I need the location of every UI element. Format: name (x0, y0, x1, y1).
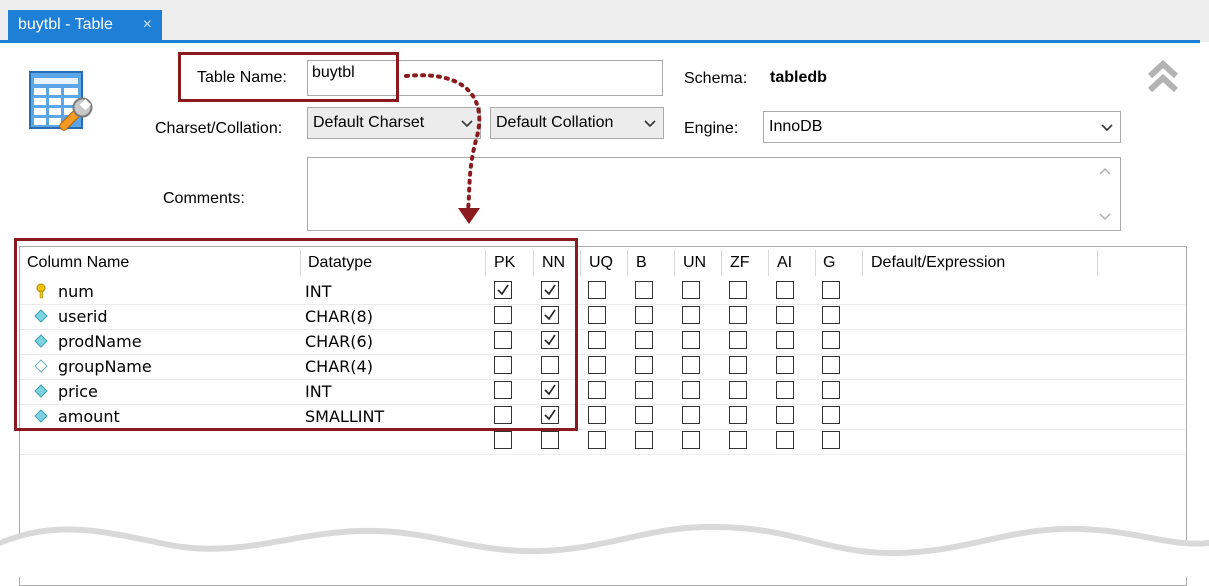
flag-checkbox[interactable] (635, 306, 653, 324)
chevron-down-icon (1101, 124, 1113, 132)
flag-checkbox[interactable] (822, 431, 840, 449)
column-separator[interactable] (721, 250, 722, 276)
column-separator[interactable] (1097, 250, 1098, 276)
column-header[interactable]: G (823, 254, 835, 272)
flag-checkbox[interactable] (776, 356, 794, 374)
tab-bar: buytbl - Table × (0, 0, 1209, 42)
flag-checkbox[interactable] (822, 356, 840, 374)
flag-checkbox[interactable] (635, 406, 653, 424)
flag-checkbox[interactable] (682, 306, 700, 324)
close-icon[interactable]: × (143, 16, 152, 34)
flag-checkbox[interactable] (682, 331, 700, 349)
flag-checkbox[interactable] (494, 431, 512, 449)
scroll-down-icon[interactable] (1098, 212, 1112, 222)
engine-label: Engine: (684, 120, 739, 137)
columns-highlight (14, 238, 578, 431)
comments-label: Comments: (163, 190, 245, 207)
table-name-highlight (178, 52, 399, 102)
tab-title: buytbl - Table (18, 16, 113, 33)
column-separator[interactable] (862, 250, 863, 276)
collation-select[interactable]: Default Collation (490, 107, 664, 139)
column-header[interactable]: ZF (730, 254, 750, 272)
flag-checkbox[interactable] (822, 381, 840, 399)
flag-checkbox[interactable] (588, 356, 606, 374)
flag-checkbox[interactable] (776, 281, 794, 299)
column-separator[interactable] (815, 250, 816, 276)
flag-checkbox[interactable] (729, 381, 747, 399)
collapse-icon[interactable] (1147, 59, 1179, 94)
flag-checkbox[interactable] (822, 281, 840, 299)
column-separator[interactable] (627, 250, 628, 276)
column-header[interactable]: UQ (589, 254, 613, 272)
flag-checkbox[interactable] (682, 431, 700, 449)
flag-checkbox[interactable] (729, 356, 747, 374)
column-separator[interactable] (580, 250, 581, 276)
chevron-down-icon (644, 120, 656, 128)
collation-value: Default Collation (496, 114, 614, 131)
flag-checkbox[interactable] (635, 331, 653, 349)
flag-checkbox[interactable] (588, 331, 606, 349)
flag-checkbox[interactable] (729, 281, 747, 299)
flag-checkbox[interactable] (635, 431, 653, 449)
flag-checkbox[interactable] (588, 406, 606, 424)
schema-value: tabledb (770, 69, 827, 86)
flag-checkbox[interactable] (729, 306, 747, 324)
flag-checkbox[interactable] (588, 431, 606, 449)
column-header[interactable]: B (636, 254, 647, 272)
flag-checkbox[interactable] (729, 406, 747, 424)
flag-checkbox[interactable] (822, 306, 840, 324)
column-separator[interactable] (674, 250, 675, 276)
flag-checkbox[interactable] (729, 331, 747, 349)
schema-label: Schema: (684, 70, 748, 87)
flag-checkbox[interactable] (776, 306, 794, 324)
column-separator[interactable] (768, 250, 769, 276)
charset-collation-label: Charset/Collation: (155, 120, 283, 137)
engine-select[interactable]: InnoDB (763, 111, 1121, 143)
column-header[interactable]: UN (683, 254, 706, 272)
dotted-arrow (404, 73, 482, 224)
flag-checkbox[interactable] (588, 381, 606, 399)
flag-checkbox[interactable] (682, 281, 700, 299)
flag-checkbox[interactable] (682, 381, 700, 399)
torn-edge (0, 523, 1209, 577)
flag-checkbox[interactable] (682, 356, 700, 374)
flag-checkbox[interactable] (635, 381, 653, 399)
flag-checkbox[interactable] (822, 331, 840, 349)
flag-checkbox[interactable] (776, 331, 794, 349)
flag-checkbox[interactable] (822, 406, 840, 424)
scroll-up-icon[interactable] (1098, 166, 1112, 176)
flag-checkbox[interactable] (729, 431, 747, 449)
flag-checkbox[interactable] (635, 356, 653, 374)
flag-checkbox[interactable] (682, 406, 700, 424)
flag-checkbox[interactable] (635, 281, 653, 299)
flag-checkbox[interactable] (588, 281, 606, 299)
flag-checkbox[interactable] (541, 431, 559, 449)
column-header[interactable]: Default/Expression (871, 254, 1005, 272)
flag-checkbox[interactable] (776, 381, 794, 399)
tab-buytbl-table[interactable]: buytbl - Table × (8, 10, 162, 40)
table-edit-icon (28, 68, 98, 138)
column-header[interactable]: AI (777, 254, 792, 272)
flag-checkbox[interactable] (588, 306, 606, 324)
engine-value: InnoDB (769, 118, 823, 135)
flag-checkbox[interactable] (776, 406, 794, 424)
flag-checkbox[interactable] (776, 431, 794, 449)
